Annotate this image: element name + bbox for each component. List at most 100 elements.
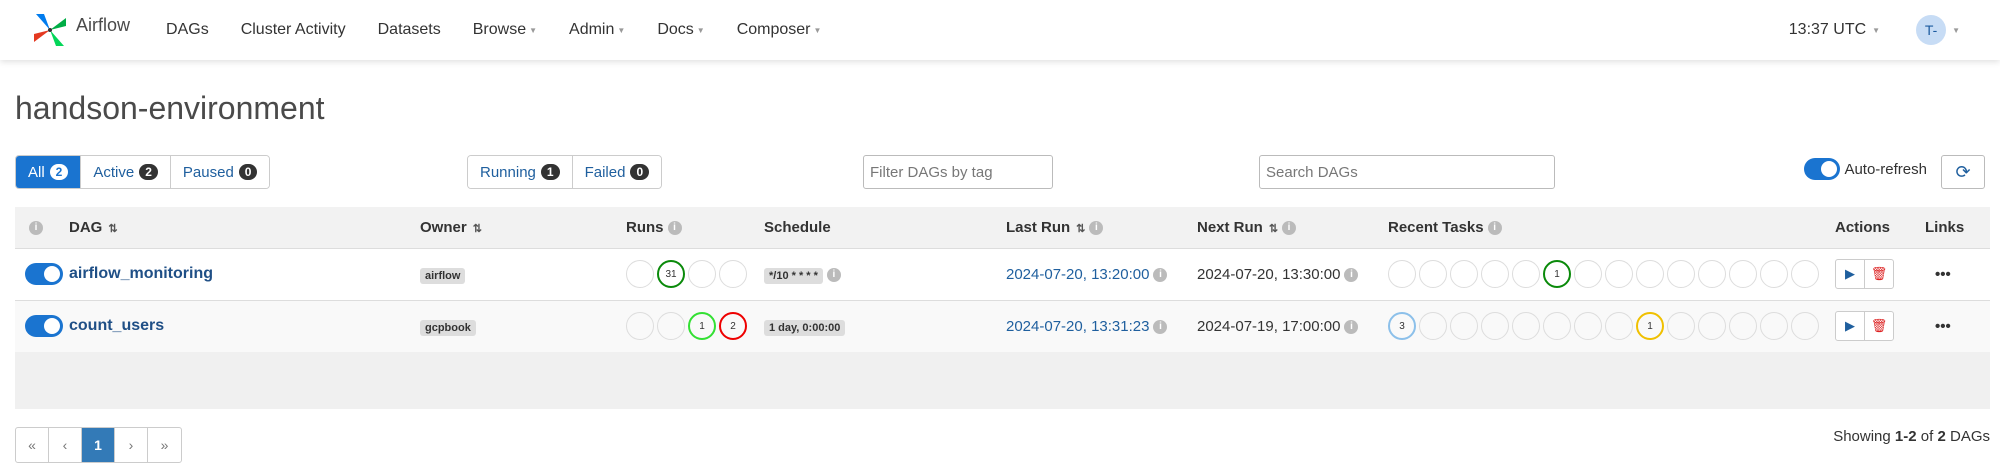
task-status-circle[interactable] [1636, 260, 1664, 288]
trigger-dag-button[interactable]: ▶ [1835, 311, 1865, 342]
dag-pause-toggle[interactable] [25, 315, 63, 338]
info-icon[interactable]: i [29, 220, 43, 235]
nav-composer[interactable]: Composer ▼ [737, 21, 822, 39]
task-status-circle[interactable] [1481, 260, 1509, 288]
task-status-circle[interactable] [1450, 260, 1478, 288]
more-links-icon[interactable]: ••• [1925, 318, 1951, 335]
delete-dag-button[interactable]: 🗑 [1864, 311, 1894, 342]
info-icon[interactable]: i [1153, 267, 1168, 282]
chevron-down-icon: ▼ [529, 25, 538, 35]
nav-dags[interactable]: DAGs [166, 21, 209, 39]
page-1-button[interactable]: 1 [82, 428, 115, 462]
run-status-circle[interactable] [626, 312, 654, 341]
filter-failed-button[interactable]: Failed 0 [572, 156, 662, 188]
avatar: T- [1916, 15, 1947, 45]
task-status-circle[interactable] [1698, 260, 1726, 288]
info-icon[interactable]: i [826, 267, 841, 282]
nav-datasets[interactable]: Datasets [378, 21, 441, 39]
task-status-circle[interactable] [1481, 312, 1509, 341]
toggle-switch[interactable] [1804, 158, 1841, 180]
task-status-circle[interactable]: 1 [1636, 312, 1664, 341]
task-status-circle[interactable] [1450, 312, 1478, 341]
header-runs: Runs i [616, 207, 754, 248]
task-status-circle[interactable] [1760, 260, 1788, 288]
next-page-button[interactable]: › [115, 428, 148, 462]
header-dag[interactable]: DAG ⇅ [59, 207, 410, 248]
task-status-circle[interactable] [1729, 312, 1757, 341]
refresh-button[interactable]: ⟳ [1941, 155, 1985, 189]
count-badge: 0 [630, 164, 650, 180]
dag-link[interactable]: airflow_monitoring [69, 265, 213, 282]
first-page-button[interactable]: « [16, 428, 49, 462]
header-next-run[interactable]: Next Run ⇅ i [1187, 207, 1378, 248]
nav-browse[interactable]: Browse ▼ [473, 21, 537, 39]
filter-active-button[interactable]: Active 2 [81, 156, 171, 188]
header-owner[interactable]: Owner ⇅ [410, 207, 616, 248]
task-status-circle[interactable] [1605, 260, 1633, 288]
run-status-circle[interactable]: 1 [688, 312, 716, 341]
task-status-circle[interactable] [1574, 260, 1602, 288]
nav-admin[interactable]: Admin ▼ [569, 21, 625, 39]
trigger-dag-button[interactable]: ▶ [1835, 259, 1865, 289]
task-status-circle[interactable] [1543, 312, 1571, 341]
dag-pause-toggle[interactable] [25, 263, 63, 285]
run-status-circle[interactable] [626, 260, 654, 288]
delete-dag-button[interactable]: 🗑 [1864, 259, 1894, 289]
info-icon[interactable]: i [667, 220, 682, 235]
timezone-clock[interactable]: 13:37 UTC ▼ [1789, 21, 1880, 39]
airflow-logo[interactable]: Airflow [30, 10, 130, 50]
run-status-circle[interactable] [719, 260, 747, 288]
next-run-cell: 2024-07-20, 13:30:00 i [1187, 247, 1378, 300]
task-status-circle[interactable] [1419, 312, 1447, 341]
task-status-circle[interactable] [1698, 312, 1726, 341]
trash-icon: 🗑 [1870, 318, 1888, 334]
task-status-circle[interactable] [1512, 260, 1540, 288]
nav-cluster-activity[interactable]: Cluster Activity [241, 21, 346, 39]
task-status-circle[interactable] [1419, 260, 1447, 288]
info-icon[interactable]: i [1487, 220, 1502, 235]
header-last-run[interactable]: Last Run ⇅ i [996, 207, 1187, 248]
prev-page-button[interactable]: ‹ [49, 428, 82, 462]
tag-filter-input[interactable]: Filter DAGs by tag [863, 155, 1053, 189]
task-status-circle[interactable] [1512, 312, 1540, 341]
info-icon[interactable]: i [1344, 319, 1359, 334]
owner-label[interactable]: airflow [420, 267, 466, 284]
task-status-circle[interactable] [1791, 260, 1819, 288]
last-run-link[interactable]: 2024-07-20, 13:20:00 [1006, 266, 1149, 283]
more-links-icon[interactable]: ••• [1925, 266, 1951, 283]
last-page-button[interactable]: » [148, 428, 181, 462]
page-title: handson-environment [15, 90, 325, 126]
task-status-circle[interactable] [1791, 312, 1819, 341]
search-input[interactable]: Search DAGs [1259, 155, 1555, 189]
owner-label[interactable]: gcpbook [420, 319, 476, 336]
run-status-circle[interactable]: 2 [719, 312, 747, 341]
task-status-circle[interactable] [1388, 260, 1416, 288]
header-actions-label: Actions [1835, 218, 1891, 236]
run-status-circle[interactable] [657, 312, 685, 341]
task-status-circle[interactable] [1574, 312, 1602, 341]
last-run-link[interactable]: 2024-07-20, 13:31:23 [1006, 318, 1149, 335]
task-status-circle[interactable]: 1 [1543, 260, 1571, 288]
info-icon[interactable]: i [1344, 267, 1359, 282]
nav-docs[interactable]: Docs ▼ [657, 21, 704, 39]
info-icon[interactable]: i [1282, 220, 1297, 235]
user-menu[interactable]: T- ▼ [1916, 15, 1960, 45]
task-status-circle[interactable] [1667, 260, 1695, 288]
filter-all-button[interactable]: All 2 [16, 156, 82, 188]
autorefresh-toggle[interactable]: Auto-refresh [1804, 158, 1927, 180]
run-filter-group: Running 1 Failed 0 [467, 155, 663, 189]
task-status-circle[interactable] [1605, 312, 1633, 341]
info-icon[interactable]: i [1089, 220, 1104, 235]
showing-prefix: Showing [1833, 428, 1895, 445]
refresh-icon: ⟳ [1955, 161, 1971, 182]
task-status-circle[interactable] [1760, 312, 1788, 341]
info-icon[interactable]: i [1153, 319, 1168, 334]
dag-link[interactable]: count_users [69, 317, 164, 334]
filter-paused-button[interactable]: Paused 0 [170, 156, 270, 188]
filter-running-button[interactable]: Running 1 [468, 156, 573, 188]
run-status-circle[interactable]: 31 [657, 260, 685, 288]
task-status-circle[interactable] [1667, 312, 1695, 341]
task-status-circle[interactable]: 3 [1388, 312, 1416, 341]
task-status-circle[interactable] [1729, 260, 1757, 288]
run-status-circle[interactable] [688, 260, 716, 288]
